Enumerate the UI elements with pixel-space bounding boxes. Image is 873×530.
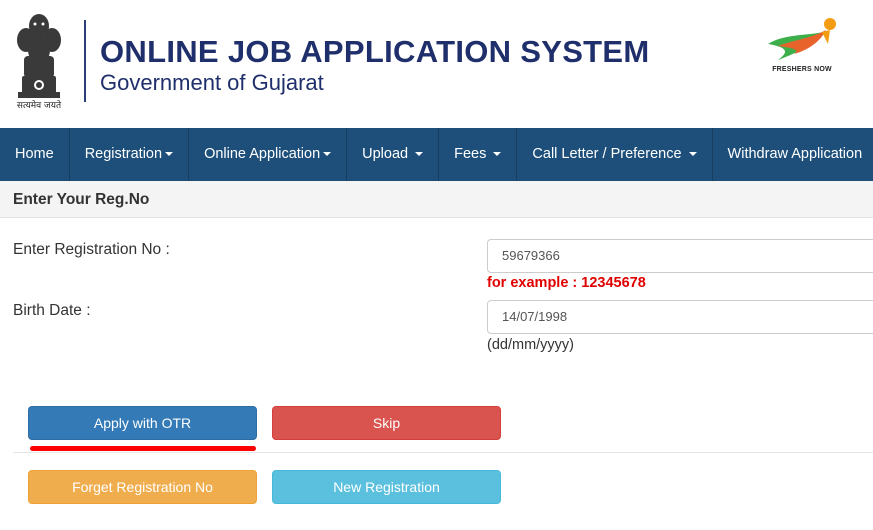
site-subtitle: Government of Gujarat — [100, 70, 324, 95]
form-heading: Enter Your Reg.No — [13, 191, 150, 208]
logo-caption: FRESHERS NOW — [772, 66, 832, 73]
nav-upload-label: Upload — [362, 146, 409, 162]
nav-registration[interactable]: Registration — [70, 128, 190, 181]
forget-registration-button[interactable]: Forget Registration No — [28, 470, 257, 504]
nav-withdraw-application-label: Withdraw Application — [727, 146, 863, 162]
nav-home-label: Home — [15, 146, 54, 162]
form-heading-bar: Enter Your Reg.No — [0, 181, 873, 218]
caret-down-icon — [165, 152, 174, 157]
caret-down-icon — [415, 152, 424, 157]
highlight-underline — [30, 446, 256, 451]
nav-online-application[interactable]: Online Application — [189, 128, 348, 181]
skip-button[interactable]: Skip — [272, 406, 501, 440]
reg-no-example: for example : 12345678 — [487, 275, 646, 291]
header-divider — [84, 20, 86, 102]
reg-no-input[interactable]: 59679366 — [487, 239, 873, 273]
apply-with-otr-button[interactable]: Apply with OTR — [28, 406, 257, 440]
nav-call-letter-label: Call Letter / Preference — [532, 146, 682, 162]
birth-date-value: 14/07/1998 — [502, 309, 568, 324]
nav-withdraw-application[interactable]: Withdraw Application — [713, 128, 873, 181]
form-divider — [13, 452, 873, 453]
nav-online-application-label: Online Application — [204, 146, 321, 162]
page-header: सत्यमेव जयते ONLINE JOB APPLICATION SYST… — [0, 0, 873, 128]
reg-no-value: 59679366 — [502, 248, 560, 263]
emblem-caption: सत्यमेव जयते — [16, 101, 62, 111]
nav-call-letter[interactable]: Call Letter / Preference — [517, 128, 713, 181]
reg-no-label: Enter Registration No : — [13, 241, 170, 258]
caret-down-icon — [323, 152, 332, 157]
nav-upload[interactable]: Upload — [347, 128, 440, 181]
birth-date-input[interactable]: 14/07/1998 — [487, 300, 873, 334]
new-registration-button[interactable]: New Registration — [272, 470, 501, 504]
birth-date-format-hint: (dd/mm/yyyy) — [487, 337, 574, 353]
nav-home[interactable]: Home — [0, 128, 70, 181]
caret-down-icon — [493, 152, 502, 157]
site-title: ONLINE JOB APPLICATION SYSTEM — [100, 34, 650, 69]
nav-fees[interactable]: Fees — [439, 128, 518, 181]
caret-down-icon — [688, 152, 697, 157]
nav-fees-label: Fees — [454, 146, 487, 162]
main-navbar: Home Registration Online Application Upl… — [0, 128, 873, 181]
nav-registration-label: Registration — [84, 146, 163, 162]
birth-date-label: Birth Date : — [13, 302, 91, 319]
